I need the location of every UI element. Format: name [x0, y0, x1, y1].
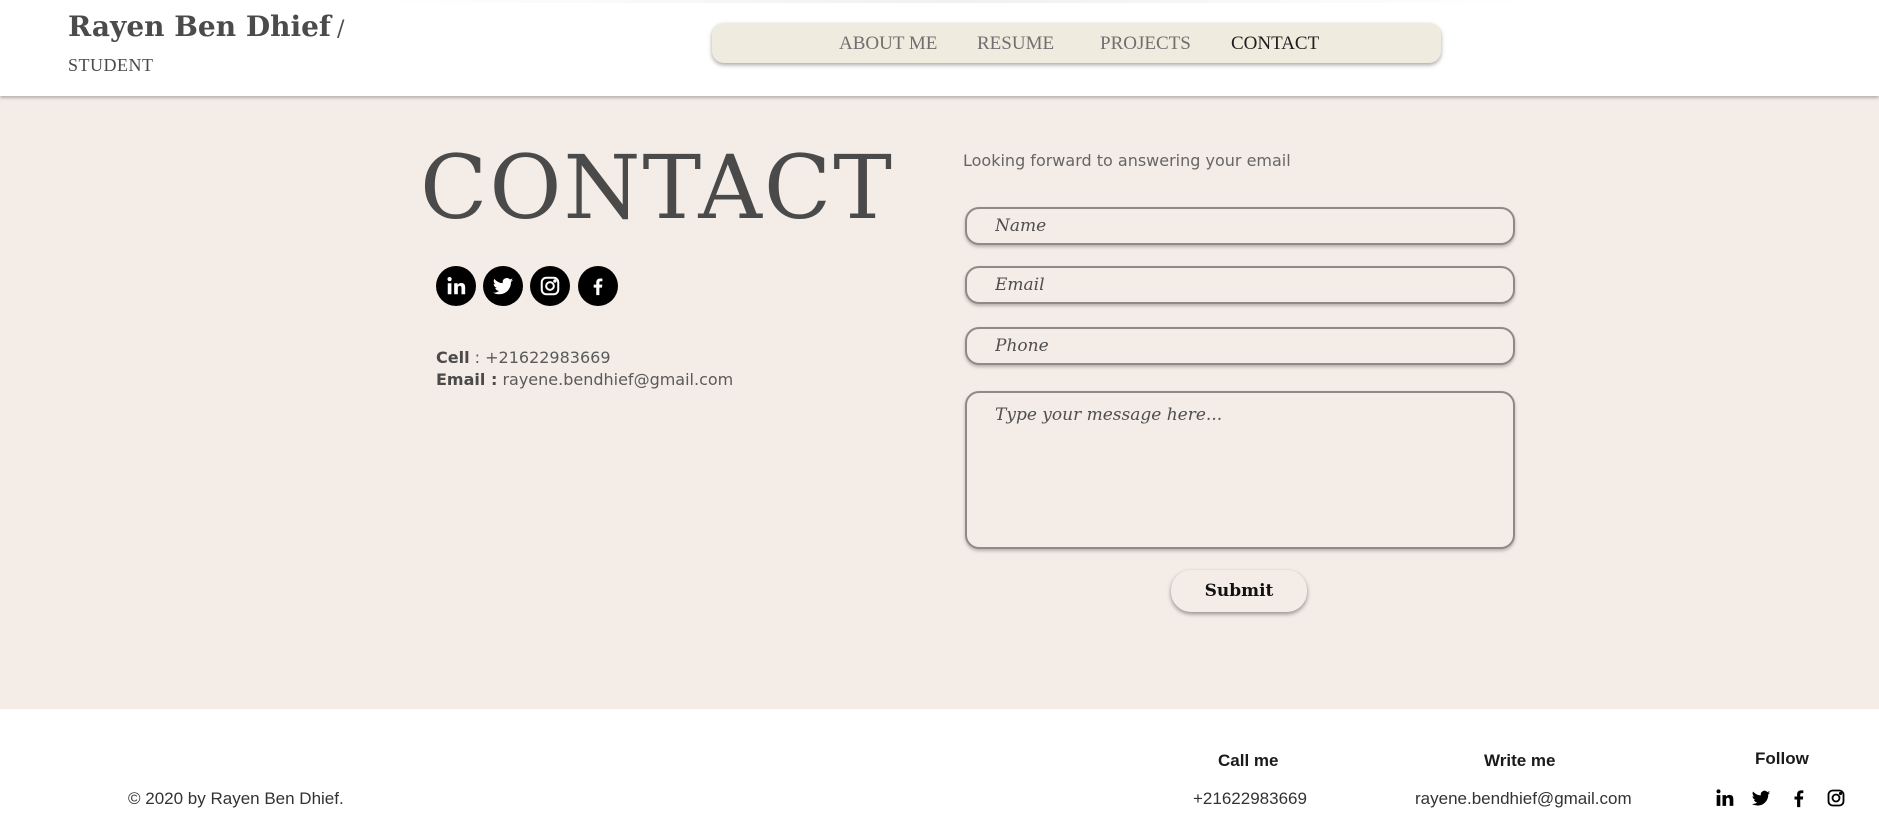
site-role: STUDENT — [68, 55, 154, 75]
site-name-text[interactable]: Rayen Ben Dhief — [68, 10, 331, 43]
cell-info: Cell : +21622983669 — [436, 348, 611, 367]
main-nav: ABOUT ME RESUME PROJECTS CONTACT — [712, 23, 1441, 63]
write-me-heading: Write me — [1484, 751, 1556, 770]
site-footer: © 2020 by Rayen Ben Dhief. Call me +2162… — [0, 709, 1879, 830]
nav-item-about-me[interactable]: ABOUT ME — [839, 33, 937, 55]
email-value[interactable]: rayene.bendhief@gmail.com — [502, 370, 733, 389]
instagram-icon[interactable] — [530, 266, 570, 306]
site-header: Rayen Ben Dhief / STUDENT ABOUT ME RESUME… — [0, 0, 1879, 96]
nav-item-projects[interactable]: PROJECTS — [1100, 33, 1191, 55]
call-me-value[interactable]: +21622983669 — [1193, 789, 1307, 809]
facebook-icon[interactable] — [1789, 788, 1811, 810]
submit-button[interactable]: Submit — [1171, 570, 1307, 612]
nav-item-contact[interactable]: CONTACT — [1231, 33, 1319, 55]
header-strip — [380, 0, 1530, 3]
site-name-slash: / — [336, 17, 345, 42]
twitter-icon[interactable] — [483, 266, 523, 306]
email-info: Email : rayene.bendhief@gmail.com — [436, 370, 733, 389]
phone-field[interactable] — [965, 327, 1515, 365]
facebook-icon[interactable] — [578, 266, 618, 306]
instagram-icon[interactable] — [1826, 788, 1848, 810]
contact-section: CONTACT Cell : +21622983669 Email : raye… — [0, 96, 1879, 709]
linkedin-icon[interactable] — [1715, 788, 1737, 810]
name-field[interactable] — [965, 207, 1515, 245]
form-intro: Looking forward to answering your email — [963, 151, 1291, 170]
twitter-icon[interactable] — [1751, 788, 1773, 810]
copyright-text: © 2020 by Rayen Ben Dhief. — [128, 789, 344, 808]
follow-heading: Follow — [1755, 749, 1809, 768]
email-field[interactable] — [965, 266, 1515, 304]
cell-value: +21622983669 — [485, 348, 611, 367]
linkedin-icon[interactable] — [436, 266, 476, 306]
site-name[interactable]: Rayen Ben Dhief / — [68, 10, 344, 43]
write-me-value[interactable]: rayene.bendhief@gmail.com — [1415, 789, 1632, 809]
call-me-heading: Call me — [1218, 751, 1279, 770]
cell-label: Cell — [436, 348, 470, 367]
nav-item-resume[interactable]: RESUME — [977, 33, 1054, 55]
cell-separator: : — [469, 348, 486, 367]
message-field[interactable] — [965, 391, 1515, 549]
page-title: CONTACT — [420, 136, 894, 239]
email-label: Email : — [436, 370, 498, 389]
